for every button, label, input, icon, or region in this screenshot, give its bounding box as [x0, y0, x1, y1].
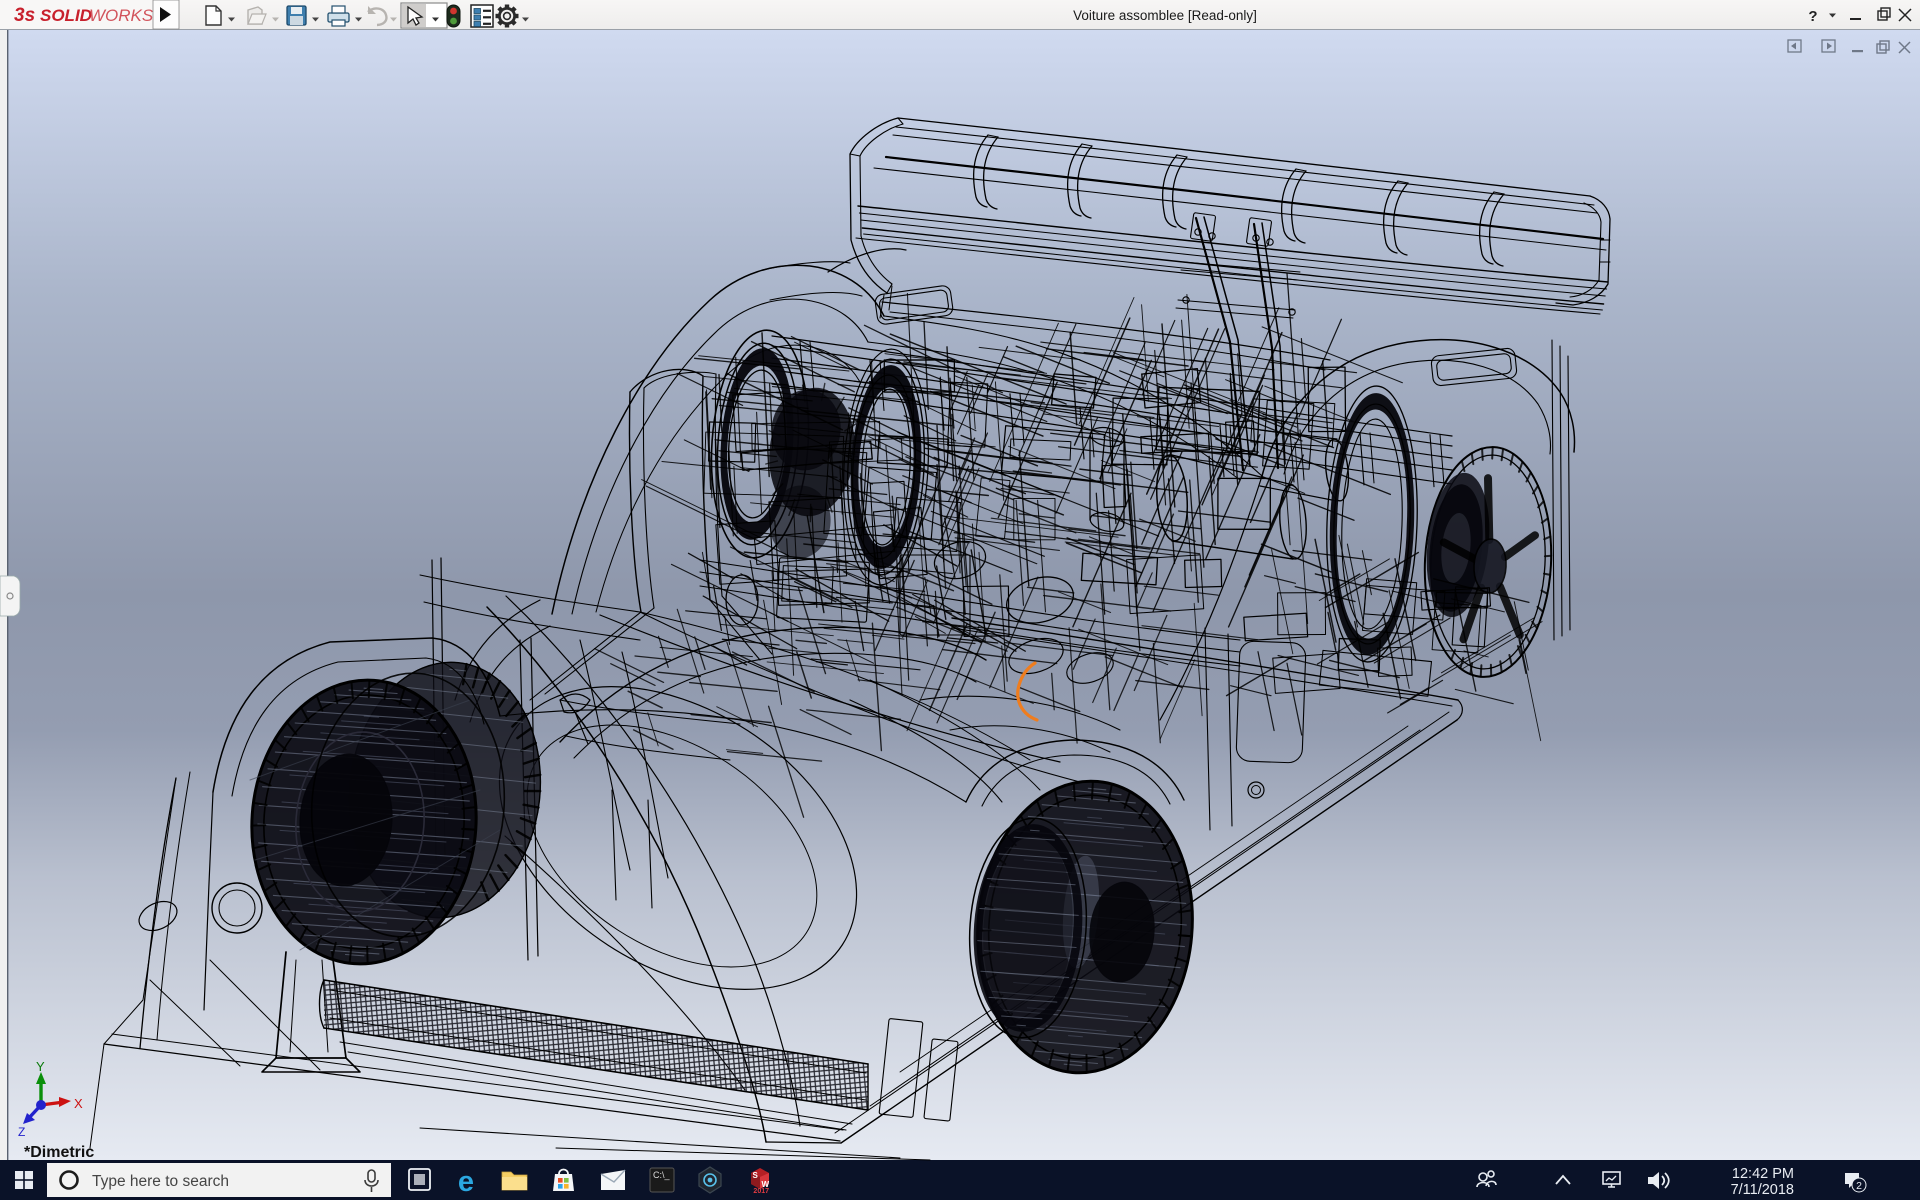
svg-text:e: e: [458, 1166, 474, 1198]
svg-text:Type here to search: Type here to search: [92, 1173, 229, 1190]
svg-text:C:\_: C:\_: [653, 1170, 671, 1180]
svg-text:2017: 2017: [753, 1188, 769, 1195]
svg-text:WORKS: WORKS: [89, 6, 154, 25]
svg-text:Y: Y: [36, 1059, 45, 1074]
svg-text:*Dimetric: *Dimetric: [24, 1144, 94, 1161]
svg-text:3s: 3s: [14, 5, 35, 26]
svg-text:X: X: [74, 1096, 83, 1111]
svg-text:Voiture assomblee [Read-only]: Voiture assomblee [Read-only]: [1073, 8, 1257, 23]
svg-text:7/11/2018: 7/11/2018: [1731, 1182, 1794, 1198]
svg-text:SOLID: SOLID: [40, 6, 92, 25]
svg-text:12:42 PM: 12:42 PM: [1732, 1166, 1794, 1182]
svg-text:Z: Z: [18, 1125, 25, 1139]
svg-text:?: ?: [1808, 8, 1817, 25]
svg-text:2: 2: [1856, 1180, 1862, 1192]
svg-text:S: S: [753, 1171, 759, 1180]
